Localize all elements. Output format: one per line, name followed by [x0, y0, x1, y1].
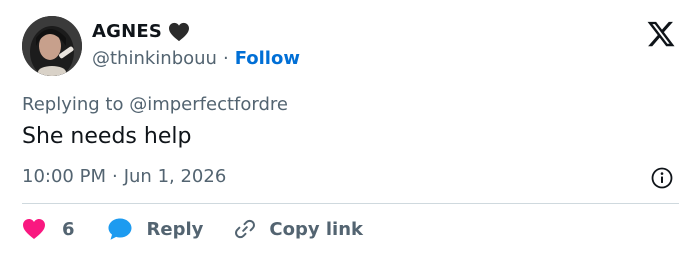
x-logo-icon[interactable] — [646, 19, 676, 49]
black-heart-icon — [168, 22, 190, 42]
copy-link-button[interactable]: Copy link — [233, 217, 363, 241]
divider — [22, 203, 679, 204]
speech-bubble-icon — [108, 218, 132, 240]
reply-label: Reply — [146, 218, 204, 240]
reply-button[interactable]: Reply — [107, 217, 204, 241]
tweet-text: She needs help — [22, 124, 192, 149]
avatar[interactable] — [22, 16, 82, 76]
author-name[interactable]: AGNES — [92, 21, 162, 42]
action-bar: 6 Reply Copy link — [22, 214, 363, 244]
author-handle[interactable]: @thinkinbouu — [92, 48, 217, 69]
separator-dot: · — [222, 48, 229, 69]
link-icon — [235, 219, 256, 239]
tweet-card: AGNES @thinkinbouu · Follow Replying to … — [0, 0, 700, 256]
tweet-timestamp[interactable]: 10:00 PM · Jun 1, 2026 — [22, 166, 226, 187]
tweet-date: Jun 1, 2026 — [123, 166, 227, 187]
copy-link-label: Copy link — [269, 218, 363, 240]
like-button[interactable]: 6 — [22, 218, 75, 240]
replying-prefix: Replying to — [22, 94, 124, 115]
heart-icon — [23, 219, 45, 239]
reply-mention-link[interactable]: @imperfectfordre — [129, 94, 288, 115]
follow-button[interactable]: Follow — [235, 48, 300, 69]
like-count: 6 — [62, 218, 75, 240]
author-handle-row: @thinkinbouu · Follow — [92, 48, 300, 69]
info-icon[interactable] — [651, 167, 673, 189]
replying-to: Replying to @imperfectfordre — [22, 94, 288, 115]
separator-dot: · — [111, 166, 118, 187]
tweet-time: 10:00 PM — [22, 166, 106, 187]
author-name-row: AGNES — [92, 21, 190, 42]
